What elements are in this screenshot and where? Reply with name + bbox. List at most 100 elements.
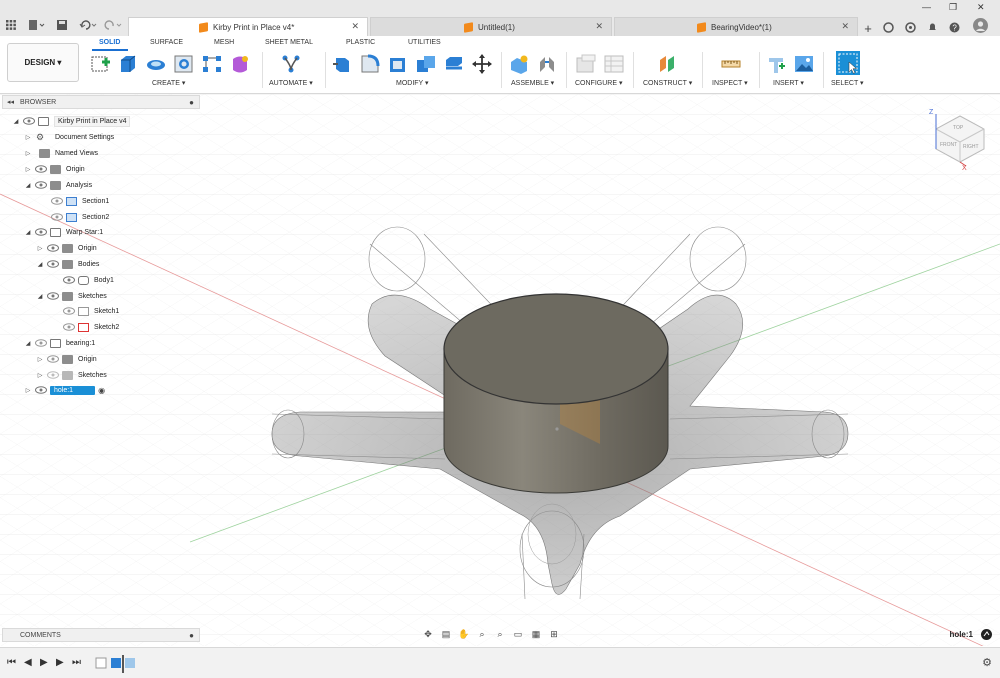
tab-kirby-print-in-place[interactable]: Kirby Print in Place v4* ✕ <box>128 17 368 36</box>
collapse-arrow-icon[interactable]: ◢ <box>12 118 20 125</box>
insert-canvas-icon[interactable] <box>794 54 814 74</box>
tab-solid[interactable]: SOLID <box>99 39 120 46</box>
timeline-settings-gear-icon[interactable]: ⚙ <box>982 656 992 669</box>
job-status-icon[interactable] <box>904 19 916 35</box>
tree-item-document-settings[interactable]: ▷ ⚙ Document Settings <box>24 130 114 144</box>
pin-panel-icon[interactable]: ● <box>189 98 194 107</box>
extrude-icon[interactable] <box>118 54 138 74</box>
collapse-arrow-icon[interactable]: ◢ <box>24 182 32 189</box>
fit-icon[interactable]: ⌕ <box>493 628 507 640</box>
visibility-eye-icon[interactable] <box>51 197 63 205</box>
joint-icon[interactable] <box>537 54 557 74</box>
visibility-eye-icon[interactable] <box>35 181 47 189</box>
tree-item-bodies[interactable]: ◢ Bodies <box>36 257 99 271</box>
tree-item-sketch2[interactable]: Sketch2 <box>60 320 119 334</box>
select-icon[interactable] <box>836 51 860 75</box>
step-back-icon[interactable]: ◀ <box>24 657 32 668</box>
expand-arrow-icon[interactable]: ▷ <box>36 356 44 363</box>
restore-icon[interactable]: ❐ <box>949 2 957 13</box>
automate-icon[interactable] <box>281 54 301 74</box>
create-menu[interactable]: CREATE ▾ <box>152 79 185 87</box>
visibility-eye-icon[interactable] <box>35 386 47 394</box>
tab-surface[interactable]: SURFACE <box>150 39 183 46</box>
timeline-extrude-icon[interactable] <box>111 658 121 668</box>
notifications-icon[interactable] <box>926 19 938 35</box>
move-copy-icon[interactable] <box>472 54 492 74</box>
visibility-eye-icon[interactable] <box>63 307 75 315</box>
visibility-eye-icon[interactable] <box>23 117 35 125</box>
selection-filter-icon[interactable] <box>981 629 992 640</box>
tree-item-sketch1[interactable]: Sketch1 <box>60 304 119 318</box>
insert-derive-icon[interactable] <box>766 54 786 74</box>
go-to-start-icon[interactable]: ⏮ <box>7 657 16 668</box>
tab-untitled[interactable]: Untitled(1) ✕ <box>370 17 612 36</box>
construct-menu[interactable]: CONSTRUCT ▾ <box>643 79 692 87</box>
file-menu-icon[interactable] <box>28 17 46 33</box>
browser-header[interactable]: ◂◂ BROWSER ● <box>2 95 200 109</box>
visibility-eye-icon[interactable] <box>47 371 59 379</box>
expand-arrow-icon[interactable]: ▷ <box>24 134 32 141</box>
app-grid-icon[interactable] <box>4 17 18 33</box>
configure-menu[interactable]: CONFIGURE ▾ <box>575 79 622 87</box>
timeline-component-icon[interactable] <box>125 658 135 668</box>
expand-arrow-icon[interactable]: ▷ <box>36 245 44 252</box>
pan-icon[interactable]: ✋ <box>457 628 471 640</box>
timeline-sketch-icon[interactable] <box>95 657 107 669</box>
automate-menu[interactable]: AUTOMATE ▾ <box>269 79 313 87</box>
look-at-icon[interactable]: ▤ <box>439 628 453 640</box>
visibility-eye-icon[interactable] <box>47 260 59 268</box>
select-menu[interactable]: SELECT ▾ <box>831 79 864 87</box>
tree-item-origin[interactable]: ▷ Origin <box>36 352 97 366</box>
activate-component-icon[interactable]: ◉ <box>98 386 105 395</box>
align-icon[interactable] <box>444 54 464 74</box>
visibility-eye-icon[interactable] <box>47 355 59 363</box>
tab-sheet-metal[interactable]: SHEET METAL <box>265 39 313 46</box>
measure-icon[interactable] <box>721 54 741 74</box>
user-avatar-icon[interactable] <box>972 17 988 33</box>
inspect-menu[interactable]: INSPECT ▾ <box>712 79 748 87</box>
redo-icon[interactable] <box>103 17 123 33</box>
form-icon[interactable] <box>230 54 250 74</box>
save-icon[interactable] <box>56 17 68 33</box>
help-icon[interactable]: ? <box>948 19 960 35</box>
extensions-icon[interactable] <box>882 19 894 35</box>
collapse-arrow-icon[interactable]: ◢ <box>36 261 44 268</box>
orbit-icon[interactable]: ✥ <box>421 628 435 640</box>
tab-mesh[interactable]: MESH <box>214 39 234 46</box>
visibility-eye-icon[interactable] <box>63 276 75 284</box>
collapse-arrow-icon[interactable]: ◢ <box>24 340 32 347</box>
expand-arrow-icon[interactable]: ▷ <box>24 150 32 157</box>
offset-plane-icon[interactable] <box>658 54 678 74</box>
close-tab-icon[interactable]: ✕ <box>351 21 359 32</box>
tree-item-section2[interactable]: Section2 <box>48 210 109 224</box>
minimize-icon[interactable]: — <box>922 2 931 12</box>
comments-panel-header[interactable]: COMMENTS ● <box>2 628 200 642</box>
visibility-eye-icon[interactable] <box>47 244 59 252</box>
zoom-icon[interactable]: ⌕ <box>475 628 489 640</box>
shell-icon[interactable] <box>388 54 408 74</box>
tree-item-hole[interactable]: ▷ hole:1 ◉ <box>24 383 105 397</box>
step-forward-icon[interactable]: ▶ <box>56 657 64 668</box>
play-icon[interactable]: ▶ <box>40 657 48 668</box>
tree-item-sketches[interactable]: ▷ Sketches <box>36 368 107 382</box>
tree-item-root[interactable]: ◢ Kirby Print in Place v4 <box>12 114 131 128</box>
collapse-arrow-icon[interactable]: ◢ <box>36 293 44 300</box>
revolve-icon[interactable] <box>146 54 166 74</box>
grid-snaps-icon[interactable]: ▦ <box>529 628 543 640</box>
collapse-panel-icon[interactable]: ◂◂ <box>7 98 14 106</box>
tab-utilities[interactable]: UTILITIES <box>408 39 441 46</box>
tab-plastic[interactable]: PLASTIC <box>346 39 375 46</box>
visibility-eye-icon[interactable] <box>35 165 47 173</box>
tab-bearing-video[interactable]: BearingVideo*(1) ✕ <box>614 17 858 36</box>
configure-table-icon[interactable] <box>576 54 596 74</box>
configure-rules-icon[interactable] <box>604 54 624 74</box>
expand-arrow-icon[interactable]: ▷ <box>36 372 44 379</box>
viewport-canvas[interactable]: TOP FRONT RIGHT Z X <box>0 94 1000 646</box>
new-component-icon[interactable] <box>509 54 529 74</box>
visibility-eye-icon[interactable] <box>51 213 63 221</box>
tree-item-warp-star[interactable]: ◢ Warp Star:1 <box>24 225 103 239</box>
create-sketch-icon[interactable] <box>90 54 112 74</box>
tree-item-named-views[interactable]: ▷ Named Views <box>24 146 98 160</box>
visibility-eye-icon[interactable] <box>35 228 47 236</box>
expand-arrow-icon[interactable]: ▷ <box>24 387 32 394</box>
